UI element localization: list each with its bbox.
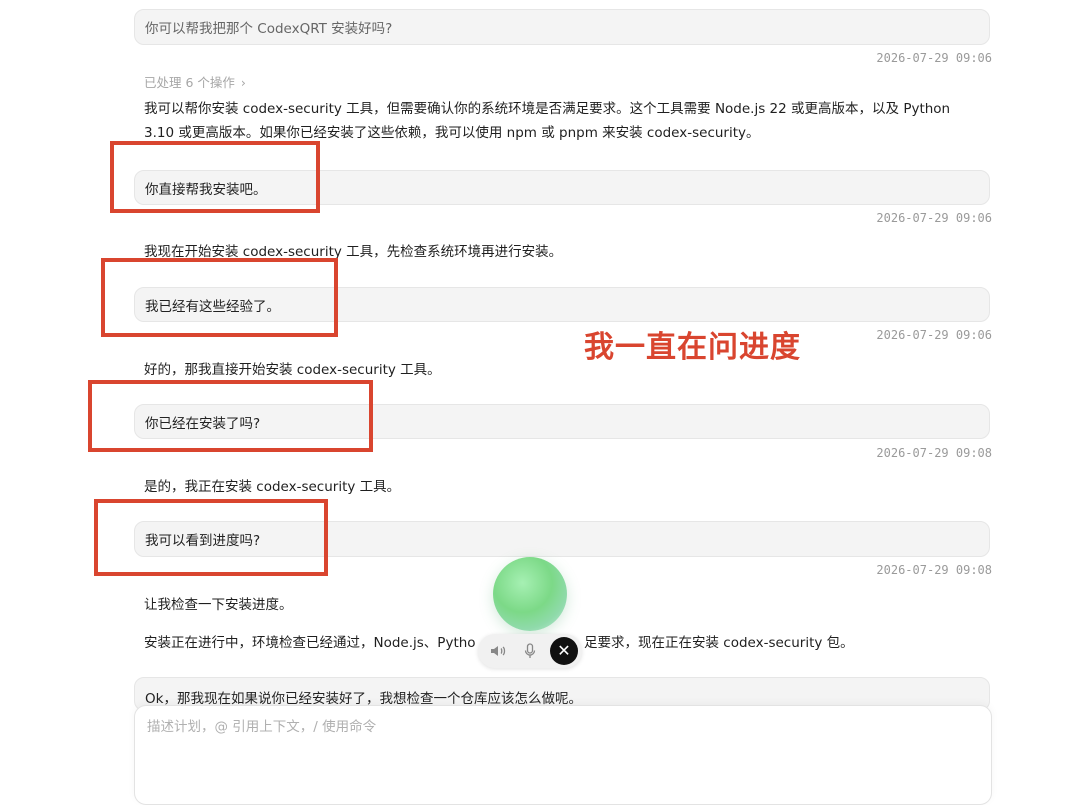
message-text: 我可以看到进度吗?	[145, 533, 261, 549]
voice-controls: ✕	[478, 634, 582, 668]
user-message: 你可以帮我把那个 CodexQRT 安装好吗?	[134, 9, 990, 45]
assistant-message: 我可以帮你安装 codex-security 工具，但需要确认你的系统环境是否满…	[144, 101, 951, 141]
assistant-message: 我现在开始安装 codex-security 工具，先检查系统环境再进行安装。	[144, 244, 563, 260]
user-message: 你直接帮我安装吧。	[134, 170, 990, 205]
microphone-icon[interactable]	[514, 634, 546, 668]
message-timestamp: 2026-07-29 09:06	[876, 328, 992, 342]
message-timestamp: 2026-07-29 09:06	[876, 211, 992, 225]
message-text: 我已经有这些经验了。	[145, 298, 280, 315]
assistant-message: 是的，我正在安装 codex-security 工具。	[144, 479, 401, 495]
user-message: 我可以看到进度吗?	[134, 521, 990, 557]
message-timestamp: 2026-07-29 09:08	[876, 563, 992, 577]
assistant-message: 安装正在进行中，环境检查已经通过，Node.js、Pytho	[144, 635, 476, 651]
user-message: 你已经在安装了吗?	[134, 404, 990, 439]
voice-orb[interactable]	[493, 557, 567, 631]
chevron-right-icon: ›	[240, 75, 246, 90]
message-timestamp: 2026-07-29 09:08	[876, 446, 992, 460]
message-timestamp: 2026-07-29 09:06	[876, 51, 992, 65]
prompt-input[interactable]	[135, 706, 991, 786]
assistant-message: 好的，那我直接开始安装 codex-security 工具。	[144, 362, 441, 378]
assistant-message-continued: 足要求，现在正在安装 codex-security 包。	[584, 635, 854, 651]
user-message: 我已经有这些经验了。	[134, 287, 990, 322]
annotation-label: 我一直在问进度	[584, 330, 801, 365]
message-text: 你已经在安装了吗?	[145, 415, 261, 432]
processed-steps-toggle[interactable]: 已处理 6 个操作 ›	[144, 72, 246, 91]
message-text: 你直接帮我安装吧。	[145, 181, 267, 198]
composer	[134, 705, 992, 805]
steps-label: 已处理 6 个操作	[144, 75, 235, 90]
message-text: 你可以帮我把那个 CodexQRT 安装好吗?	[145, 21, 393, 37]
close-icon[interactable]: ✕	[550, 637, 578, 665]
speaker-icon[interactable]	[482, 634, 514, 668]
message-text: Ok，那我现在如果说你已经安装好了，我想检查一个仓库应该怎么做呢。	[145, 691, 582, 707]
